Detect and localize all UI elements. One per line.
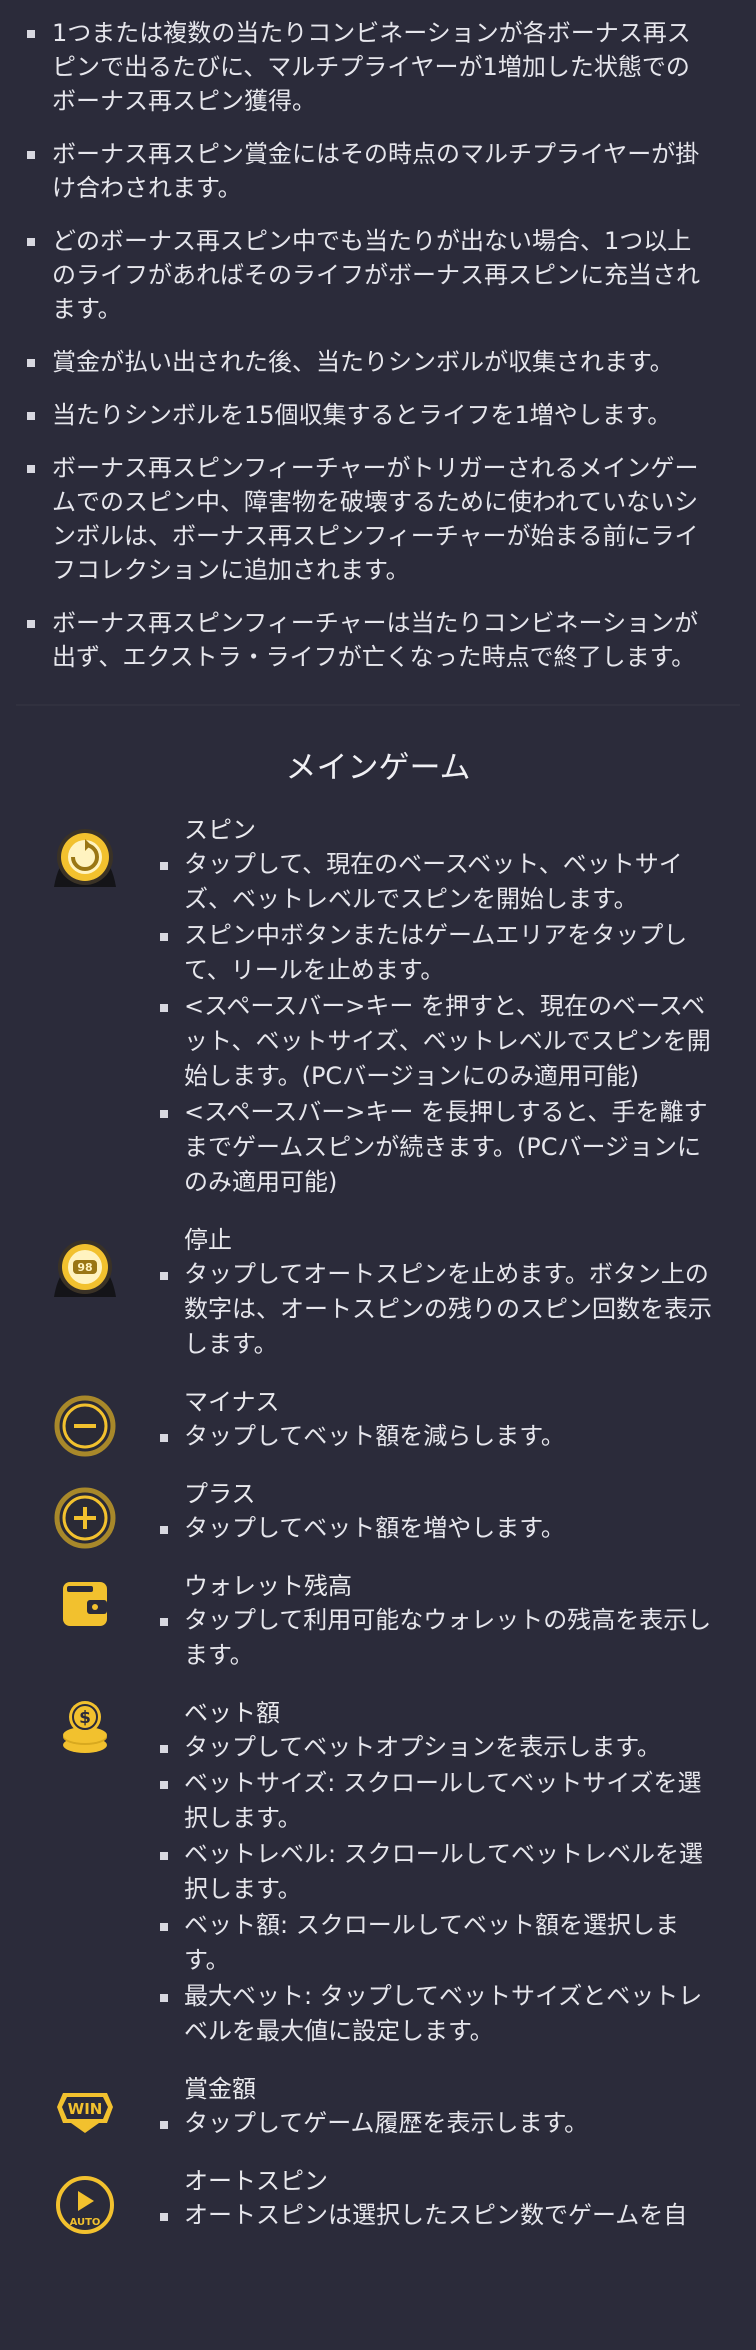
control-name: オートスピン: [184, 2167, 328, 2195]
control-description: <スペースバー>キー を押すと、現在のベースベット、ベットサイズ、ベットレベルで…: [160, 989, 716, 1094]
control-name: 停止: [184, 1226, 232, 1254]
control-description: 最大ベット: タップしてベットサイズとベットレベルを最大値に設定します。: [160, 1979, 716, 2049]
control-autospin: AUTO オートスピン オートスピンは選択したスピン数でゲームを自: [0, 2164, 756, 2234]
control-wallet: ウォレット残高 タップして利用可能なウォレットの残高を表示します。: [0, 1569, 756, 1674]
control-description: <スペースバー>キー を長押しすると、手を離すまでゲームスピンが続きます。(PC…: [160, 1095, 716, 1200]
section-title-main-game: メインゲーム: [285, 750, 471, 786]
rule-item: ボーナス再スピンフィーチャーがトリガーされるメインゲームでのスピン中、障害物を破…: [27, 451, 708, 587]
control-description: タップしてベットオプションを表示します。: [160, 1730, 716, 1765]
stop-count-label: 98: [77, 1261, 92, 1274]
control-name: スピン: [184, 816, 256, 844]
win-icon-label: WIN: [68, 2100, 103, 2118]
control-description: ベットサイズ: スクロールしてベットサイズを選択します。: [160, 1766, 716, 1836]
spin-button-icon: [50, 823, 120, 893]
rule-item: 当たりシンボルを15個収集するとライフを1増やします。: [27, 398, 708, 432]
control-name: プラス: [184, 1480, 256, 1508]
minus-icon: [50, 1391, 120, 1461]
plus-icon: [50, 1483, 120, 1553]
control-spin: スピン タップして、現在のベースベット、ベットサイズ、ベットレベルでスピンを開始…: [0, 813, 756, 1201]
rule-item: ボーナス再スピンフィーチャーは当たりコンビネーションが出ず、エクストラ・ライフが…: [27, 606, 708, 674]
control-bet-amount: $ ベット額 タップしてベットオプションを表示します。 ベットサイズ: スクロー…: [0, 1696, 756, 2050]
stop-button-icon: 98: [50, 1233, 120, 1303]
control-minus: マイナス タップしてベット額を減らします。: [0, 1385, 756, 1457]
rules-list: 1つまたは複数の当たりコンビネーションが各ボーナス再スピンで出るたびに、マルチプ…: [0, 0, 756, 674]
control-name: ベット額: [184, 1699, 280, 1727]
control-description: タップして利用可能なウォレットの残高を表示します。: [160, 1603, 716, 1673]
rule-item: 1つまたは複数の当たりコンビネーションが各ボーナス再スピンで出るたびに、マルチプ…: [27, 16, 708, 118]
control-description: タップして、現在のベースベット、ベットサイズ、ベットレベルでスピンを開始します。: [160, 847, 716, 917]
control-description: タップしてオートスピンを止めます。ボタン上の数字は、オートスピンの残りのスピン回…: [160, 1257, 716, 1362]
control-description: スピン中ボタンまたはゲームエリアをタップして、リールを止めます。: [160, 918, 716, 988]
control-plus: プラス タップしてベット額を増やします。: [0, 1477, 756, 1549]
coins-icon: $: [50, 1692, 120, 1762]
wallet-icon: [50, 1569, 120, 1639]
control-description: ベットレベル: スクロールしてベットレベルを選択します。: [160, 1837, 716, 1907]
control-win: WIN 賞金額 タップしてゲーム履歴を表示します。: [0, 2072, 756, 2142]
win-icon: WIN: [50, 2076, 120, 2146]
control-name: ウォレット残高: [184, 1572, 352, 1600]
rule-item: ボーナス再スピン賞金にはその時点のマルチプライヤーが掛け合わされます。: [27, 137, 708, 205]
section-divider: [16, 704, 740, 706]
control-name: マイナス: [184, 1388, 280, 1416]
rule-item: 賞金が払い出された後、当たりシンボルが収集されます。: [27, 345, 708, 379]
control-description: タップしてベット額を増やします。: [160, 1511, 716, 1546]
control-stop: 98 停止 タップしてオートスピンを止めます。ボタン上の数字は、オートスピンの残…: [0, 1223, 756, 1363]
control-description: ベット額: スクロールしてベット額を選択します。: [160, 1908, 716, 1978]
control-description: オートスピンは選択したスピン数でゲームを自: [160, 2198, 716, 2233]
control-description: タップしてゲーム履歴を表示します。: [160, 2106, 716, 2141]
control-description: タップしてベット額を減らします。: [160, 1419, 716, 1454]
autospin-icon: AUTO: [50, 2170, 120, 2240]
rule-item: どのボーナス再スピン中でも当たりが出ない場合、1つ以上のライフがあればそのライフ…: [27, 224, 708, 326]
control-name: 賞金額: [184, 2075, 256, 2103]
svg-text:$: $: [79, 1708, 91, 1728]
autospin-icon-label: AUTO: [70, 2217, 101, 2228]
